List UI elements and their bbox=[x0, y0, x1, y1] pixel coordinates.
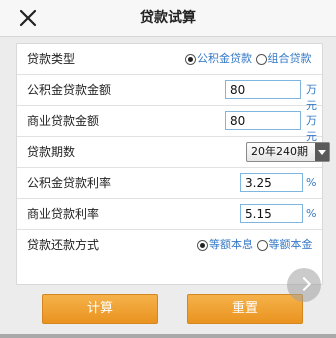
loan-term-selected-value: 20年240期 bbox=[251, 145, 308, 158]
loan-type-option-combined[interactable]: 组合贷款 bbox=[255, 51, 312, 67]
repayment-method-radio-group: 等额本息 等额本金 bbox=[197, 237, 313, 253]
radio-checked-icon[interactable] bbox=[197, 239, 208, 251]
provident-rate-unit: % bbox=[306, 176, 317, 189]
radio-unchecked-icon[interactable] bbox=[255, 53, 267, 65]
provident-amount-row: 公积金贷款金额 万元 bbox=[17, 75, 322, 112]
loan-term-label: 贷款期数 bbox=[27, 145, 76, 159]
provident-rate-input[interactable] bbox=[240, 173, 303, 192]
page-title: 贷款试算 bbox=[140, 10, 196, 26]
reset-button[interactable]: 重置 bbox=[187, 294, 303, 324]
commercial-amount-row: 商业贷款金额 万元 bbox=[17, 106, 322, 143]
bottom-divider bbox=[0, 334, 336, 338]
commercial-amount-input[interactable] bbox=[225, 111, 301, 130]
commercial-rate-row: 商业贷款利率 % bbox=[17, 199, 322, 230]
loan-term-row: 贷款期数 20年240期 bbox=[17, 137, 330, 168]
loan-type-label: 贷款类型 bbox=[27, 52, 76, 66]
commercial-rate-label: 商业贷款利率 bbox=[27, 207, 100, 221]
radio-unchecked-icon[interactable] bbox=[256, 239, 268, 251]
radio-checked-icon[interactable] bbox=[185, 53, 196, 65]
chevron-down-icon[interactable] bbox=[315, 143, 329, 161]
loan-term-select[interactable]: 20年240期 bbox=[246, 142, 330, 162]
loan-type-radio-group: 公积金贷款 组合贷款 bbox=[185, 51, 312, 67]
chevron-right-icon[interactable] bbox=[287, 268, 321, 302]
commercial-rate-unit: % bbox=[306, 207, 317, 220]
repayment-option-equal-principal[interactable]: 等额本金 bbox=[256, 237, 313, 253]
commercial-rate-input[interactable] bbox=[240, 204, 303, 223]
repayment-option-equal-installment[interactable]: 等额本息 bbox=[197, 237, 253, 253]
calculate-button[interactable]: 计算 bbox=[42, 294, 158, 324]
provident-amount-input[interactable] bbox=[225, 80, 301, 99]
loan-form-card: 贷款类型 公积金贷款 组合贷款 公积金贷款金额 万元 商业贷款金额 万元 贷款期… bbox=[16, 43, 330, 285]
repayment-method-label: 贷款还款方式 bbox=[27, 238, 100, 252]
provident-amount-label: 公积金贷款金额 bbox=[27, 83, 112, 97]
provident-rate-row: 公积金贷款利率 % bbox=[17, 168, 322, 199]
loan-type-option-provident[interactable]: 公积金贷款 bbox=[185, 51, 252, 67]
title-bar: 贷款试算 bbox=[0, 0, 336, 37]
loan-type-row: 贷款类型 公积金贷款 组合贷款 bbox=[17, 44, 322, 75]
commercial-amount-label: 商业贷款金额 bbox=[27, 114, 100, 128]
provident-rate-label: 公积金贷款利率 bbox=[27, 176, 112, 190]
repayment-method-row: 贷款还款方式 等额本息 等额本金 bbox=[17, 230, 322, 260]
